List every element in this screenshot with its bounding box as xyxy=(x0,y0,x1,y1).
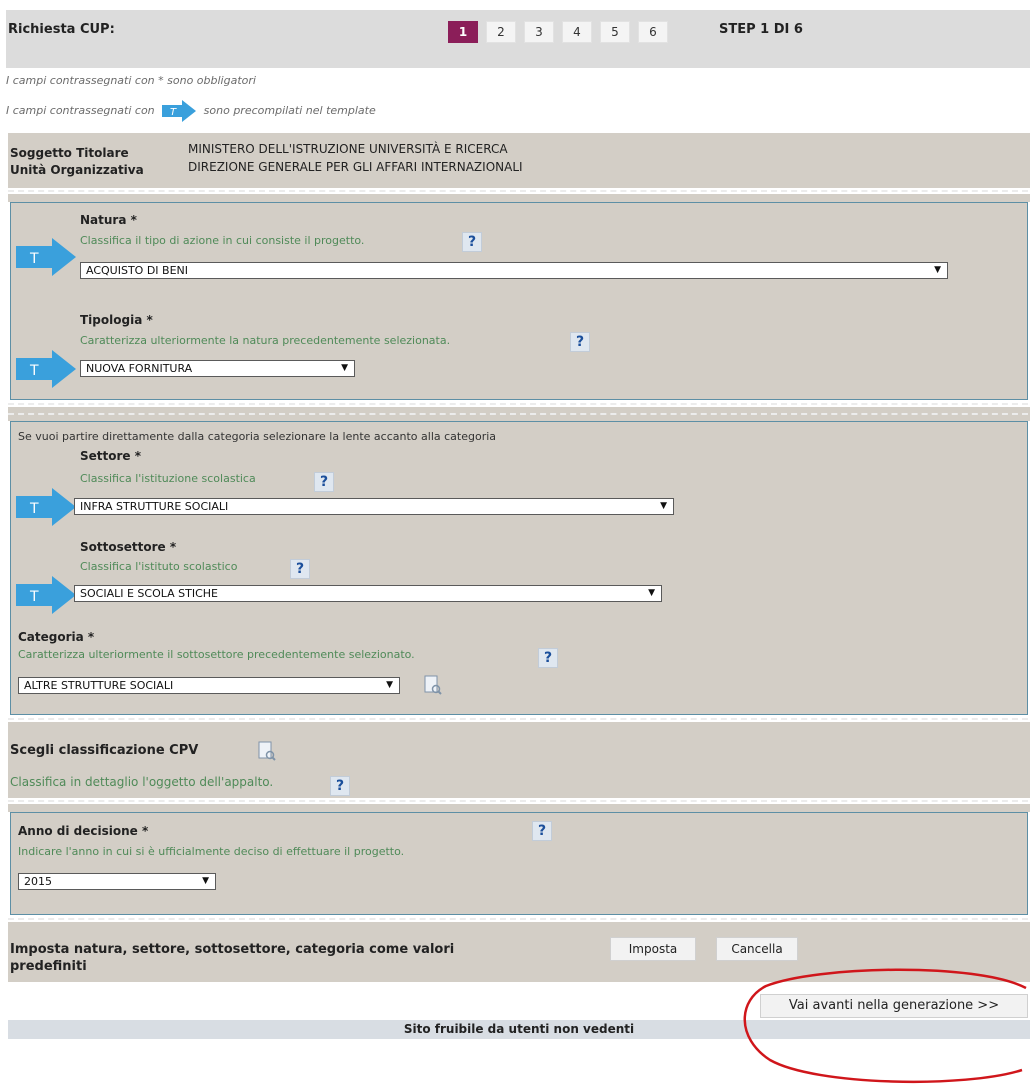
svg-text:T: T xyxy=(170,107,177,118)
tipologia-template-icon: T xyxy=(16,350,76,388)
document-magnifier-icon[interactable] xyxy=(424,675,442,695)
settore-selected-value: INFRA STRUTTURE SOCIALI xyxy=(80,500,229,513)
chevron-down-icon: ▼ xyxy=(386,680,393,690)
anno-help-icon[interactable]: ? xyxy=(532,821,552,841)
sottosettore-select[interactable]: SOCIALI E SCOLA STICHE ▼ xyxy=(74,585,662,602)
step-5-button[interactable]: 5 xyxy=(600,21,630,43)
unita-organizzativa-value: DIREZIONE GENERALE PER GLI AFFARI INTERN… xyxy=(188,160,523,174)
soggetto-titolare-label: Soggetto Titolare xyxy=(10,146,129,160)
cpv-help-icon[interactable]: ? xyxy=(330,776,350,796)
anno-selected-value: 2015 xyxy=(24,875,52,888)
settore-help-icon[interactable]: ? xyxy=(314,472,334,492)
page-title: Richiesta CUP: xyxy=(8,22,115,37)
sottosettore-hint: Classifica l'istituto scolastico xyxy=(80,560,238,573)
header-bar xyxy=(6,10,1030,68)
natura-label: Natura * xyxy=(80,213,137,227)
blue-arrow-t-icon: T xyxy=(162,100,197,122)
unita-organizzativa-label: Unità Organizzativa xyxy=(10,163,144,177)
defaults-text-line1: Imposta natura, settore, sottosettore, c… xyxy=(10,942,455,957)
required-fields-note: I campi contrassegnati con * sono obblig… xyxy=(6,74,256,87)
step-3-button[interactable]: 3 xyxy=(524,21,554,43)
settore-template-icon: T xyxy=(16,488,76,526)
divider xyxy=(8,718,1028,720)
chevron-down-icon: ▼ xyxy=(934,265,941,275)
step-1-button[interactable]: 1 xyxy=(448,21,478,43)
imposta-button[interactable]: Imposta xyxy=(610,937,696,961)
divider xyxy=(8,918,1028,920)
divider-band xyxy=(8,804,1030,812)
categoria-selected-value: ALTRE STRUTTURE SOCIALI xyxy=(24,679,174,692)
cpv-label: Scegli classificazione CPV xyxy=(10,743,199,758)
soggetto-titolare-value: MINISTERO DELL'ISTRUZIONE UNIVERSITÀ E R… xyxy=(188,142,508,156)
step-indicator: STEP 1 DI 6 xyxy=(719,22,803,37)
accessibility-link[interactable]: Sito fruibile da utenti non vedenti xyxy=(8,1022,1030,1036)
sottosettore-template-icon: T xyxy=(16,576,76,614)
settore-label: Settore * xyxy=(80,449,142,463)
settore-hint: Classifica l'istituzione scolastica xyxy=(80,472,256,485)
anno-select[interactable]: 2015 ▼ xyxy=(18,873,216,890)
settore-select[interactable]: INFRA STRUTTURE SOCIALI ▼ xyxy=(74,498,674,515)
anno-panel xyxy=(10,812,1028,915)
divider-band xyxy=(8,194,1030,202)
tipologia-select[interactable]: NUOVA FORNITURA ▼ xyxy=(80,360,355,377)
template-note-suffix: sono precompilati nel template xyxy=(203,104,376,117)
categoria-select[interactable]: ALTRE STRUTTURE SOCIALI ▼ xyxy=(18,677,400,694)
chevron-down-icon: ▼ xyxy=(341,363,348,373)
cpv-hint: Classifica in dettaglio l'oggetto dell'a… xyxy=(10,775,274,789)
anno-label: Anno di decisione * xyxy=(18,824,149,838)
step-6-button[interactable]: 6 xyxy=(638,21,668,43)
svg-text:T: T xyxy=(29,363,39,379)
natura-help-icon[interactable]: ? xyxy=(462,232,482,252)
chevron-down-icon: ▼ xyxy=(648,588,655,598)
cancella-button[interactable]: Cancella xyxy=(716,937,798,961)
defaults-text-line2: predefiniti xyxy=(10,959,87,974)
tipologia-label: Tipologia * xyxy=(80,313,153,327)
next-step-button[interactable]: Vai avanti nella generazione >> xyxy=(760,994,1028,1018)
step-4-button[interactable]: 4 xyxy=(562,21,592,43)
tipologia-help-icon[interactable]: ? xyxy=(570,332,590,352)
sottosettore-selected-value: SOCIALI E SCOLA STICHE xyxy=(80,587,218,600)
anno-hint: Indicare l'anno in cui si è ufficialment… xyxy=(18,845,405,858)
categoria-help-icon[interactable]: ? xyxy=(538,648,558,668)
svg-text:T: T xyxy=(29,589,39,605)
tipologia-hint: Caratterizza ulteriormente la natura pre… xyxy=(80,334,451,347)
categoria-hint: Caratterizza ulteriormente il sottosetto… xyxy=(18,648,415,661)
natura-select[interactable]: ACQUISTO DI BENI ▼ xyxy=(80,262,948,279)
natura-template-icon: T xyxy=(16,238,76,276)
sottosettore-label: Sottosettore * xyxy=(80,540,177,554)
svg-text:T: T xyxy=(29,251,39,267)
chevron-down-icon: ▼ xyxy=(202,876,209,886)
template-note-prefix: I campi contrassegnati con xyxy=(6,104,155,117)
natura-hint: Classifica il tipo di azione in cui cons… xyxy=(80,234,365,247)
chevron-down-icon: ▼ xyxy=(660,501,667,511)
natura-selected-value: ACQUISTO DI BENI xyxy=(86,264,189,277)
svg-text:T: T xyxy=(29,501,39,517)
category-intro-text: Se vuoi partire direttamente dalla categ… xyxy=(18,430,497,443)
divider xyxy=(8,800,1028,802)
template-fields-note: I campi contrassegnati con T sono precom… xyxy=(6,100,376,122)
document-magnifier-icon[interactable] xyxy=(258,741,276,761)
step-2-button[interactable]: 2 xyxy=(486,21,516,43)
tipologia-selected-value: NUOVA FORNITURA xyxy=(86,362,193,375)
categoria-label: Categoria * xyxy=(18,630,95,644)
divider xyxy=(8,413,1028,415)
divider xyxy=(8,190,1028,192)
sottosettore-help-icon[interactable]: ? xyxy=(290,559,310,579)
divider xyxy=(8,403,1028,405)
